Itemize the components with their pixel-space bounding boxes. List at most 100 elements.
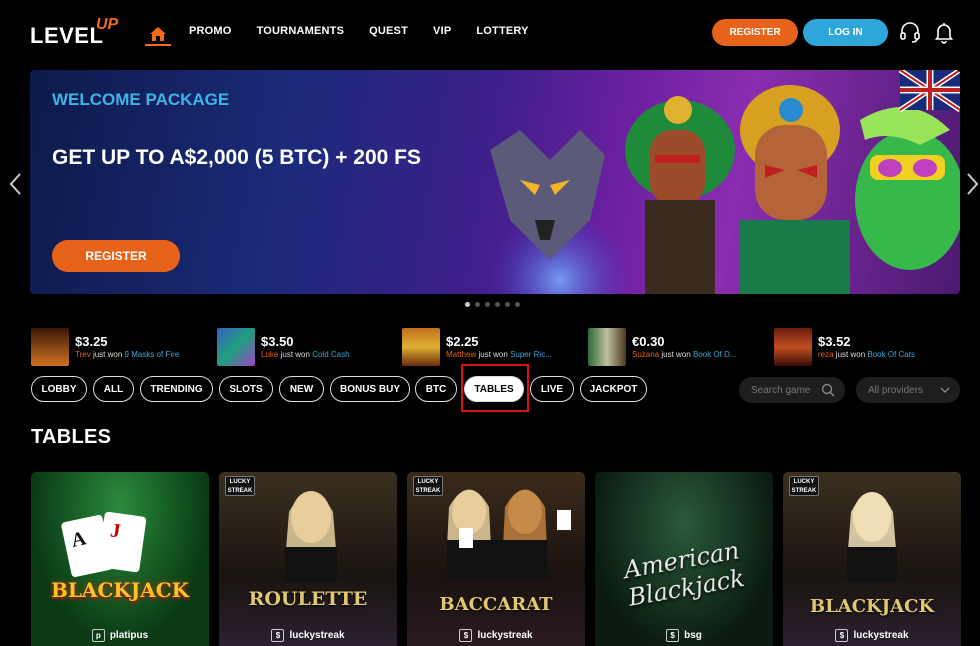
login-button[interactable]: LOG IN [803,19,888,46]
bell-icon[interactable] [932,20,956,44]
winner-name: Matthew [446,350,477,359]
game-thumbnail [588,328,626,366]
winner-game[interactable]: Cold Cash [312,350,349,359]
search-icon[interactable] [821,383,835,397]
win-amount: $3.52 [818,334,851,349]
win-text: just won [478,350,508,359]
game-thumbnail [774,328,812,366]
banner-headline: GET UP TO A$2,000 (5 BTC) + 200 FS [52,146,421,169]
filter-bonus-buy[interactable]: BONUS BUY [330,376,410,402]
filter-all[interactable]: ALL [93,376,134,402]
provider-name: luckystreak [853,630,909,641]
playing-cards-icon: A J [61,511,147,578]
game-title: ROULETTE [248,588,368,610]
filter-new[interactable]: NEW [279,376,324,402]
game-thumbnail [217,328,255,366]
banner-register-button[interactable]: REGISTER [52,240,180,272]
game-title: BACCARAT [439,594,553,615]
winner-game[interactable]: Super Ric... [510,350,552,359]
provider-name: bsg [684,630,702,641]
nav-tournaments[interactable]: TOURNAMENTS [257,25,345,37]
win-amount: $3.25 [75,334,108,349]
banner-pagination [465,302,520,307]
win-text: just won [661,350,691,359]
slide-dot[interactable] [515,302,520,307]
logo-text: LEVEL [30,23,104,48]
win-detail: Trev just won 9 Masks of Fire [75,350,179,359]
winner-name: reza [818,350,834,359]
provider-icon: $ [271,629,285,642]
nav-vip[interactable]: VIP [433,25,451,37]
filter-slots[interactable]: SLOTS [219,376,273,402]
promo-banner[interactable]: WELCOME PACKAGE GET UP TO A$2,000 (5 BTC… [30,70,960,294]
win-detail: Suzana just won Book Of D... [632,350,737,359]
logo-accent: UP [96,16,119,33]
winner-game[interactable]: Book Of Cats [867,350,915,359]
search-placeholder: Search game [751,384,811,396]
game-provider: $ luckystreak [407,629,585,642]
win-detail: reza just won Book Of Cats [818,350,915,359]
filter-trending[interactable]: TRENDING [140,376,213,402]
provider-icon: $ [666,629,680,642]
nav-promo[interactable]: PROMO [189,25,232,37]
filter-live[interactable]: LIVE [530,376,574,402]
provider-icon: $ [835,629,849,642]
filter-jackpot[interactable]: JACKPOT [580,376,647,402]
win-text: just won [835,350,866,359]
filter-btc[interactable]: BTC [415,376,457,402]
provider-icon: $ [459,629,473,642]
game-provider: $ bsg [595,629,773,642]
home-icon[interactable] [145,16,171,46]
slide-dot[interactable] [485,302,490,307]
dealer-image [847,492,897,582]
banner-subtitle: WELCOME PACKAGE [52,90,230,109]
game-title: American Blackjack [621,536,747,612]
slide-dot[interactable] [475,302,480,307]
winner-name: Luke [261,350,279,359]
game-provider: $ luckystreak [219,629,397,642]
game-card[interactable]: American Blackjack $ bsg [595,472,773,646]
slide-dot[interactable] [495,302,500,307]
provider-name: luckystreak [477,630,533,641]
banner-prev-arrow[interactable] [8,172,22,196]
win-text: just won [92,350,123,359]
game-provider: $ luckystreak [783,629,961,642]
game-thumbnail [402,328,440,366]
provider-name: luckystreak [289,630,345,641]
main-nav: PROMO TOURNAMENTS QUEST VIP LOTTERY [145,14,554,48]
win-amount: €0.30 [632,334,665,349]
game-provider: p platipus [31,629,209,642]
provider-icon: p [91,629,105,642]
search-game-input[interactable]: Search game [739,377,845,403]
section-title: TABLES [31,426,112,448]
game-card[interactable]: LUCKY STREAK BLACKJACK $ luckystreak [783,472,961,646]
win-detail: Luke just won Cold Cash [261,350,350,359]
slide-dot[interactable] [465,302,470,307]
winner-game[interactable]: 9 Masks of Fire [125,350,180,359]
game-card[interactable]: LUCKY STREAK ROULETTE $ luckystreak [219,472,397,646]
winner-name: Trev [75,350,91,359]
game-card[interactable]: LUCKY STREAK BACCARAT $ luckystreak [407,472,585,646]
banner-next-arrow[interactable] [966,172,980,196]
win-detail: Matthew just won Super Ric... [446,350,552,359]
nav-lottery[interactable]: LOTTERY [476,25,528,37]
game-card[interactable]: A J BLACKJACK p platipus [31,472,209,646]
game-thumbnail [31,328,69,366]
chevron-down-icon [940,387,950,393]
filter-lobby[interactable]: LOBBY [31,376,87,402]
providers-dropdown[interactable]: All providers [856,377,960,403]
banner-artwork [490,70,960,294]
win-amount: $2.25 [446,334,479,349]
nav-quest[interactable]: QUEST [369,25,408,37]
provider-name: platipus [109,630,149,641]
headset-icon[interactable] [898,20,922,44]
slide-dot[interactable] [505,302,510,307]
selection-highlight [461,364,529,412]
dealer-image [285,491,337,582]
winner-game[interactable]: Book Of D... [693,350,737,359]
register-button[interactable]: REGISTER [712,19,798,46]
win-amount: $3.50 [261,334,294,349]
game-title: BLACKJACK [50,578,190,602]
providers-label: All providers [868,384,924,396]
game-title: BLACKJACK [809,596,935,617]
